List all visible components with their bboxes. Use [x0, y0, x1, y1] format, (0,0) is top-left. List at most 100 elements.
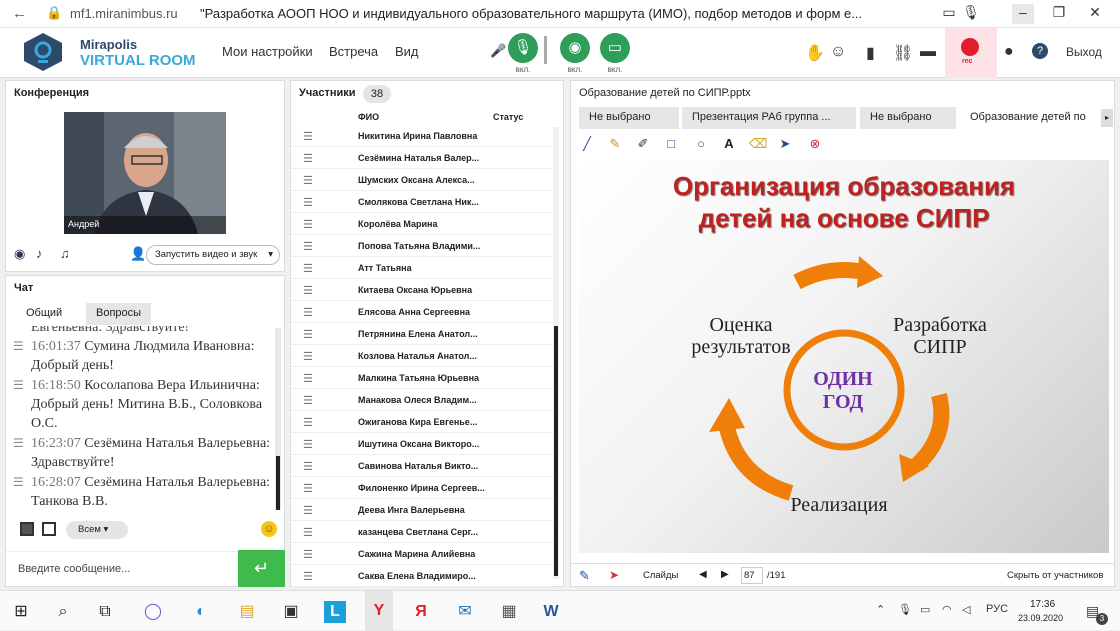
close-window-button[interactable]: ✕	[1084, 4, 1106, 24]
presentation-slide[interactable]: Организация образования детей на основе …	[579, 160, 1109, 553]
camera-button[interactable]: ◉	[560, 33, 590, 63]
participant-row[interactable]: ☰ Елясова Анна Сергеевна	[291, 301, 553, 323]
eraser-tool-icon[interactable]: ⌫	[749, 136, 767, 152]
alice-assistant-icon[interactable]: ◯	[142, 601, 164, 623]
tray-volume-icon[interactable]: ◁	[962, 603, 970, 616]
drag-handle-icon[interactable]: ☰	[303, 196, 313, 209]
task-view-icon[interactable]: ⧉	[94, 601, 116, 623]
drag-handle-icon[interactable]: ☰	[303, 284, 313, 297]
raise-hand-icon[interactable]: ✋	[805, 43, 825, 63]
drag-handle-icon[interactable]: ☰	[303, 350, 313, 363]
drag-handle-icon[interactable]: ☰	[303, 218, 313, 231]
start-video-audio-dropdown[interactable]: Запустить видео и звук ▾	[146, 245, 280, 265]
tabs-scroll-right-button[interactable]: ▸	[1101, 109, 1113, 127]
participant-row[interactable]: ☰ Ожиганова Кира Евгенье...	[291, 411, 553, 433]
file-explorer-icon[interactable]: ▤	[236, 601, 258, 623]
back-arrow-icon[interactable]: ←	[12, 5, 27, 22]
participants-scrollbar-thumb[interactable]	[554, 326, 558, 576]
search-icon[interactable]: ⌕	[52, 601, 74, 623]
menu-view[interactable]: Вид	[395, 44, 419, 59]
participant-row[interactable]: ☰ казанцева Светлана Серг...	[291, 521, 553, 543]
column-header-name[interactable]: ФИО	[358, 112, 379, 122]
background-color-icon[interactable]	[42, 522, 56, 536]
next-slide-button[interactable]: ▶	[721, 569, 729, 580]
drag-handle-icon[interactable]: ☰	[303, 130, 313, 143]
menu-my-settings[interactable]: Мои настройки	[222, 44, 313, 59]
minimize-button[interactable]: –	[1012, 4, 1034, 24]
tab-general[interactable]: Общий	[16, 303, 73, 325]
drag-handle-icon[interactable]: ☰	[303, 152, 313, 165]
tab-education-sipr[interactable]: Образование детей по	[960, 107, 1100, 129]
camera-indicator-icon[interactable]: ▭	[938, 4, 960, 24]
word-icon[interactable]: W	[540, 601, 562, 623]
participant-row[interactable]: ☰ Деева Инга Валерьевна	[291, 499, 553, 521]
mic-settings-icon[interactable]: ♪	[36, 246, 43, 261]
microphone-settings-icon[interactable]: 🎤	[490, 43, 506, 59]
pointer-tool-icon[interactable]: ➤	[777, 136, 793, 152]
participant-row[interactable]: ☰ Козлова Наталья Анатол...	[291, 345, 553, 367]
screen-share-button[interactable]: ▭	[600, 33, 630, 63]
yandex-browser-icon[interactable]: Y	[365, 591, 393, 631]
volume-slider[interactable]	[544, 36, 547, 64]
text-tool-icon[interactable]: A	[721, 136, 737, 151]
participant-row[interactable]: ☰ Саква Елена Владимиро...	[291, 565, 553, 587]
participant-row[interactable]: ☰ Малкина Татьяна Юрьевна	[291, 367, 553, 389]
tray-language[interactable]: РУС	[986, 603, 1008, 615]
ellipse-tool-icon[interactable]: ○	[693, 136, 709, 151]
prev-slide-button[interactable]: ◀	[699, 569, 707, 580]
participant-row[interactable]: ☰ Смолякова Светлана Ник...	[291, 191, 553, 213]
participant-row[interactable]: ☰ Сезёмина Наталья Валер...	[291, 147, 553, 169]
message-input[interactable]: Введите сообщение...	[6, 551, 238, 587]
drag-handle-icon[interactable]: ☰	[303, 394, 313, 407]
help-icon[interactable]: ?	[1032, 43, 1048, 59]
network-drive-icon[interactable]: ▦	[498, 601, 520, 623]
drag-handle-icon[interactable]: ☰	[303, 548, 313, 561]
laser-pointer-icon[interactable]: ➤	[609, 568, 619, 582]
participant-row[interactable]: ☰ Филоненко Ирина Сергеев...	[291, 477, 553, 499]
text-color-icon[interactable]	[20, 522, 34, 536]
mail-icon[interactable]: ✉	[454, 601, 476, 623]
speaker-settings-icon[interactable]: ♫	[60, 246, 70, 261]
tab-not-selected-2[interactable]: Не выбрано	[860, 107, 956, 129]
statistics-icon[interactable]: ▮	[866, 43, 875, 63]
tray-mic-icon[interactable]: 🎙	[898, 603, 912, 616]
drag-handle-icon[interactable]: ☰	[303, 438, 313, 451]
tray-date[interactable]: 23.09.2020	[1018, 613, 1063, 623]
microphone-button[interactable]: 🎙	[508, 33, 538, 63]
tray-time[interactable]: 17:36	[1030, 599, 1055, 610]
record-button[interactable]: rec	[945, 28, 997, 78]
drag-handle-icon[interactable]: ☰	[303, 240, 313, 253]
drag-handle-icon[interactable]: ☰	[303, 306, 313, 319]
tray-wifi-icon[interactable]: ◠	[942, 603, 952, 616]
participant-row[interactable]: ☰ Шумских Оксана Алекса...	[291, 169, 553, 191]
tab-not-selected-1[interactable]: Не выбрано	[579, 107, 679, 129]
slides-label[interactable]: Слайды	[643, 570, 678, 581]
emoji-picker-icon[interactable]: ☺	[261, 521, 277, 537]
chat-scrollbar-thumb[interactable]	[276, 456, 280, 510]
column-header-status[interactable]: Статус	[493, 112, 523, 122]
participant-row[interactable]: ☰ Попова Татьяна Владими...	[291, 235, 553, 257]
network-icon[interactable]: ⛓	[893, 43, 913, 63]
participant-row[interactable]: ☰ Ишутина Оксана Викторо...	[291, 433, 553, 455]
pen-tool-icon[interactable]: ╱	[579, 136, 595, 152]
folder-icon[interactable]: ▬	[920, 43, 936, 61]
participant-row[interactable]: ☰ Петрянина Елена Анатол...	[291, 323, 553, 345]
emoji-icon[interactable]: ☺	[830, 43, 846, 61]
drag-handle-icon[interactable]: ☰	[303, 328, 313, 341]
lock-icon[interactable]: 🔒	[46, 5, 62, 21]
participant-row[interactable]: ☰ Королёва Марина	[291, 213, 553, 235]
participant-row[interactable]: ☰ Манакова Олеся Владим...	[291, 389, 553, 411]
store-icon[interactable]: ▣	[280, 601, 302, 623]
tray-battery-icon[interactable]: ▭	[920, 603, 930, 616]
exit-button[interactable]: Выход	[1066, 45, 1102, 59]
drag-handle-icon[interactable]: ☰	[303, 504, 313, 517]
drag-handle-icon[interactable]: ☰	[303, 460, 313, 473]
drag-handle-icon[interactable]: ☰	[303, 174, 313, 187]
app-l-icon[interactable]: L	[324, 601, 346, 623]
video-feed[interactable]: Андрей	[64, 112, 226, 234]
windows-start-icon[interactable]: ⊞	[10, 601, 32, 623]
drag-handle-icon[interactable]: ☰	[303, 416, 313, 429]
language-flag-icon[interactable]: ●	[1004, 43, 1014, 61]
maximize-button[interactable]: ❐	[1048, 4, 1070, 24]
drag-handle-icon[interactable]: ☰	[303, 570, 313, 583]
